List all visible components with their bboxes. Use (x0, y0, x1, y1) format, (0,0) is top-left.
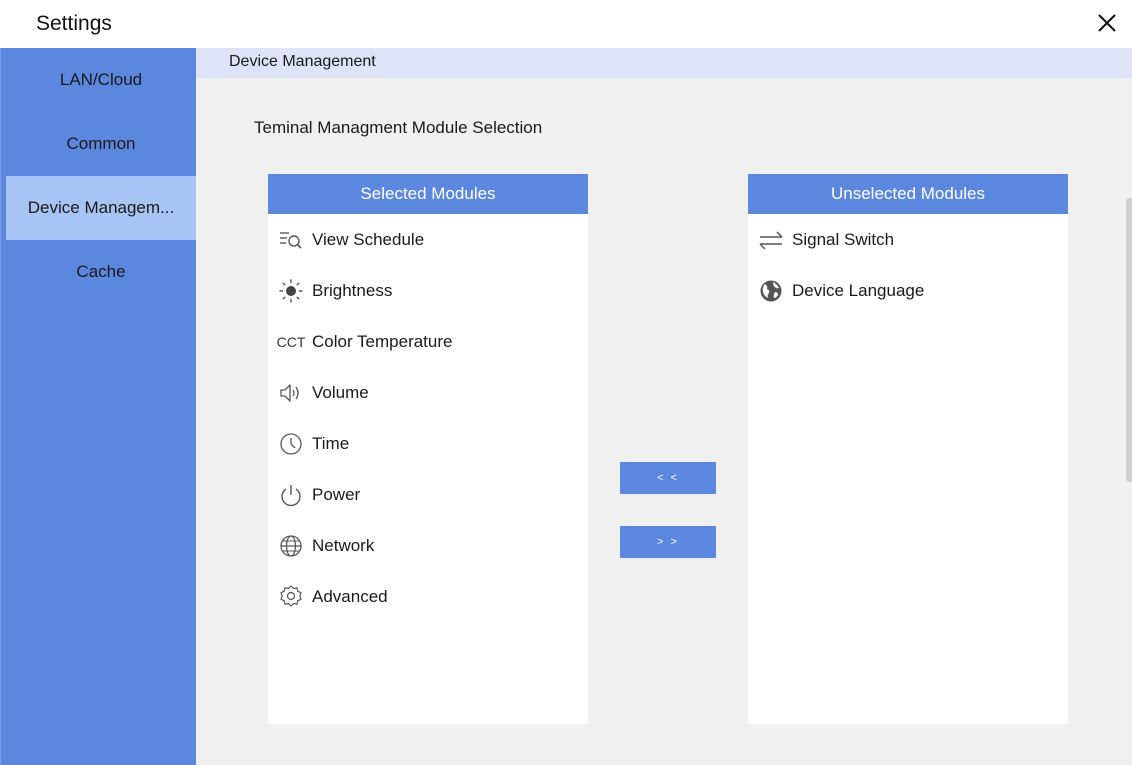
gear-icon (276, 584, 306, 610)
scrollbar[interactable] (1126, 198, 1132, 482)
sun-icon (276, 278, 306, 304)
module-item-power[interactable]: Power (276, 475, 576, 515)
module-item-brightness[interactable]: Brightness (276, 271, 576, 311)
sidebar-item-label: Device Managem... (27, 198, 175, 217)
module-label: Color Temperature (312, 332, 453, 351)
module-label: Brightness (312, 281, 393, 300)
title-bar: Settings (0, 0, 1132, 49)
sidebar-item-device-management[interactable]: Device Managem... (6, 176, 196, 240)
speaker-icon (276, 380, 306, 406)
sidebar-item-label: Cache (76, 262, 126, 281)
sidebar-item-label: LAN/Cloud (59, 70, 143, 89)
schedule-search-icon (276, 227, 306, 253)
module-label: Signal Switch (792, 230, 895, 249)
module-label: Device Language (792, 281, 925, 300)
module-item-color-temperature[interactable]: CCT Color Temperature (276, 322, 576, 362)
sidebar-item-label: Common (66, 134, 136, 153)
sidebar-item-cache[interactable]: Cache (6, 240, 196, 304)
globe-icon (276, 533, 306, 559)
move-to-unselected-button[interactable]: > > (620, 526, 716, 558)
selected-modules-panel: Selected Modules View Schedule Brightnes… (268, 174, 588, 724)
module-label: Time (312, 434, 350, 453)
module-label: Advanced (312, 587, 388, 606)
module-selection-subtitle: Teminal Managment Module Selection (254, 118, 543, 137)
module-label: Network (312, 536, 375, 555)
window-title: Settings (36, 12, 112, 35)
move-to-selected-button[interactable]: < < (620, 462, 716, 494)
module-label: View Schedule (312, 230, 425, 249)
sidebar-item-lan-cloud[interactable]: LAN/Cloud (6, 48, 196, 112)
module-label: Power (312, 485, 361, 504)
module-item-network[interactable]: Network (276, 526, 576, 566)
module-label: Volume (312, 383, 369, 402)
cct-icon: CCT (276, 334, 306, 350)
unselected-modules-panel: Unselected Modules Signal Switch Device … (748, 174, 1068, 724)
sidebar-item-common[interactable]: Common (6, 112, 196, 176)
clock-icon (276, 431, 306, 457)
unselected-modules-header: Unselected Modules (748, 174, 1068, 214)
module-item-time[interactable]: Time (276, 424, 576, 464)
selected-modules-header: Selected Modules (268, 174, 588, 214)
close-icon (1098, 14, 1116, 32)
earth-icon (756, 278, 786, 304)
section-title: Device Management (229, 53, 376, 70)
power-icon (276, 482, 306, 508)
module-item-signal-switch[interactable]: Signal Switch (756, 220, 1056, 260)
module-item-device-language[interactable]: Device Language (756, 271, 1056, 311)
module-item-advanced[interactable]: Advanced (276, 577, 576, 617)
section-header: Device Management (196, 48, 1132, 78)
close-button[interactable] (1090, 6, 1124, 40)
swap-arrows-icon (756, 227, 786, 253)
module-item-view-schedule[interactable]: View Schedule (276, 220, 576, 260)
module-item-volume[interactable]: Volume (276, 373, 576, 413)
